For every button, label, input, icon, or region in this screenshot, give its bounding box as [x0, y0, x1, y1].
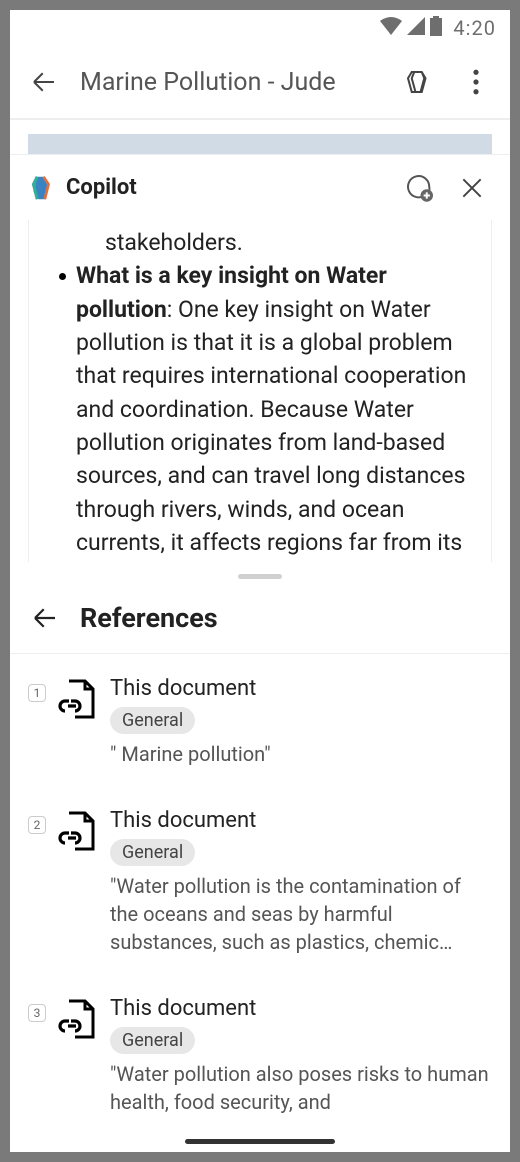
document-preview [10, 120, 510, 154]
copilot-logo-icon [26, 173, 56, 203]
references-back-button[interactable] [28, 601, 62, 635]
clock-text: 4:20 [453, 16, 496, 40]
copilot-panel-header: Copilot [10, 154, 510, 220]
copilot-appbar-button[interactable] [396, 60, 440, 104]
signal-icon [407, 16, 425, 40]
reference-number: 2 [28, 816, 46, 834]
document-link-icon [54, 808, 102, 956]
sheet-drag-area[interactable] [10, 562, 510, 589]
chat-plus-icon [403, 173, 433, 203]
arrow-left-icon [30, 603, 60, 633]
bullet-icon [59, 273, 66, 280]
reference-badge: General [110, 1027, 195, 1054]
reference-badge: General [110, 839, 195, 866]
reference-number: 3 [28, 1004, 46, 1022]
copilot-title: Copilot [66, 175, 386, 200]
response-body: : One key insight on Water pollution is … [76, 296, 466, 556]
new-chat-button[interactable] [396, 166, 440, 210]
references-header: References [10, 589, 510, 654]
battery-icon [430, 16, 442, 41]
document-title: Marine Pollution - Jude [80, 68, 382, 97]
reference-item[interactable]: 3 This document General "Water pollution… [28, 996, 492, 1116]
reference-number: 1 [28, 684, 46, 702]
app-bar: Marine Pollution - Jude [10, 46, 510, 120]
copilot-response: stakeholders. What is a key insight on W… [28, 220, 492, 562]
references-title: References [80, 602, 218, 634]
status-bar: 4:20 [10, 10, 510, 46]
close-copilot-button[interactable] [450, 166, 494, 210]
reference-snippet: "Water pollution is the contamination of… [110, 872, 492, 956]
reference-item[interactable]: 2 This document General "Water pollution… [28, 808, 492, 956]
document-link-icon [54, 996, 102, 1116]
response-prev-line: stakeholders. [53, 226, 467, 259]
arrow-left-icon [29, 67, 59, 97]
kebab-menu-icon [472, 69, 480, 95]
reference-badge: General [110, 707, 195, 734]
more-button[interactable] [454, 60, 498, 104]
back-button[interactable] [22, 60, 66, 104]
copilot-icon [403, 67, 433, 97]
reference-source: This document [110, 996, 492, 1021]
reference-snippet: "Water pollution also poses risks to hum… [110, 1060, 492, 1116]
reference-snippet: " Marine pollution" [110, 740, 492, 768]
wifi-icon [380, 16, 402, 40]
home-indicator[interactable] [185, 1139, 335, 1144]
references-list: 1 This document General " Marine polluti… [10, 654, 510, 1152]
close-icon [459, 175, 485, 201]
drag-handle-icon [238, 574, 282, 579]
reference-item[interactable]: 1 This document General " Marine polluti… [28, 676, 492, 768]
document-link-icon [54, 676, 102, 768]
response-bullet-text: What is a key insight on Water pollution… [76, 259, 467, 559]
reference-source: This document [110, 676, 492, 701]
reference-source: This document [110, 808, 492, 833]
